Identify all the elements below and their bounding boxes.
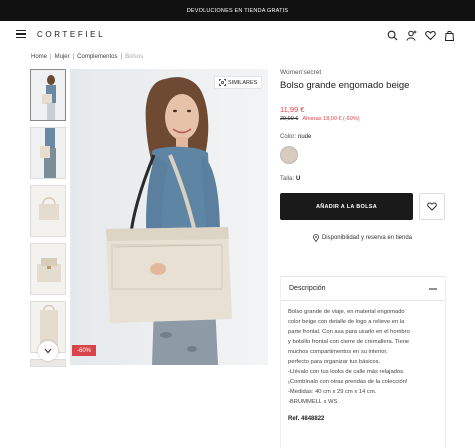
search-icon[interactable]: [387, 28, 398, 41]
location-pin-icon: [313, 234, 319, 242]
price-comparison: 29,99 € Ahorras 18,00 € (-60%): [280, 116, 360, 122]
color-label: Color:: [280, 134, 297, 140]
color-value: nude: [298, 134, 312, 140]
promo-bar: DEVOLUCIONES EN TIENDA GRATIS: [0, 0, 475, 21]
discount-badge: -60%: [72, 345, 96, 356]
size-selector-label: Talla: U: [280, 176, 300, 182]
promo-text: DEVOLUCIONES EN TIENDA GRATIS: [186, 7, 289, 14]
current-price: 11,99 €: [280, 105, 305, 114]
thumbnail-strip: [30, 69, 68, 373]
breadcrumb-separator: |: [120, 54, 123, 60]
thumbnail-scroll-down-button[interactable]: [38, 341, 58, 361]
visual-search-icon: [219, 79, 226, 86]
breadcrumb-separator: |: [50, 54, 52, 60]
product-reference: Ref. 4848822: [288, 414, 438, 424]
add-to-bag-button[interactable]: AÑADIR A LA BOLSA: [280, 193, 413, 220]
account-icon[interactable]: [406, 28, 417, 41]
size-label: Talla:: [280, 176, 295, 182]
thumbnail-1[interactable]: [30, 69, 66, 121]
wishlist-button[interactable]: [419, 193, 445, 220]
description-line: ¡Combínalo con otras prendas de la colec…: [288, 379, 408, 385]
minus-icon: [429, 288, 437, 289]
heart-icon[interactable]: [425, 28, 436, 41]
breadcrumb-separator: |: [72, 54, 75, 60]
description-line: y bolsillo frontal con cierre de cremall…: [288, 339, 410, 345]
thumbnail-4[interactable]: [30, 243, 66, 295]
store-availability-link[interactable]: Disponibilidad y reserva en tienda: [280, 234, 445, 242]
color-selector-label: Color: nude: [280, 134, 311, 140]
original-price: 29,99 €: [280, 116, 299, 122]
savings-text: Ahorras 18,00 € (-60%): [302, 116, 360, 122]
description-title: Descripción: [289, 285, 326, 292]
description-line: -Llévalo con tus looks de calle más rela…: [288, 369, 405, 375]
bag-icon[interactable]: [444, 28, 455, 41]
availability-label: Disponibilidad y reserva en tienda: [321, 235, 413, 241]
chevron-down-icon: [44, 348, 52, 354]
ref-value: 4848822: [301, 416, 325, 422]
description-line: -Medidas: 40 cm x 29 cm x 14 cm.: [288, 389, 377, 395]
description-body: Bolso grande de viaje, en material engom…: [281, 301, 445, 424]
heart-icon: [427, 202, 437, 211]
description-header[interactable]: Descripción: [281, 277, 445, 301]
product-title: Bolso grande engomado beige: [280, 80, 410, 91]
header-actions: [387, 28, 455, 41]
size-value: U: [296, 176, 301, 182]
description-line: parte frontal. Con asa para usarlo en el…: [288, 329, 410, 335]
description-line: -BRUMMELL x WS.: [288, 399, 339, 405]
product-brand[interactable]: Women'secret: [280, 69, 445, 76]
color-swatch-nude[interactable]: [280, 146, 298, 164]
description-line: Bolso grande de viaje, en material engom…: [288, 309, 405, 315]
thumbnail-3[interactable]: [30, 185, 66, 237]
ref-label: Ref.: [288, 416, 300, 422]
description-line: perfecto para organizar tus básicos.: [288, 359, 381, 365]
breadcrumb-home[interactable]: Home: [31, 54, 47, 60]
thumbnail-2[interactable]: [30, 127, 66, 179]
menu-icon[interactable]: [16, 30, 26, 38]
product-main-image[interactable]: [70, 69, 268, 365]
brand-logo[interactable]: CORTEFIEL: [37, 30, 105, 39]
description-line: muchos compartimentos en su interior,: [288, 349, 388, 355]
breadcrumb-current: Bolsos: [125, 54, 144, 60]
breadcrumb: Home | Mujer | Complementos | Bolsos: [31, 54, 143, 60]
similar-products-button[interactable]: SIMILARES: [214, 76, 263, 89]
description-line: color beige con detalle de logo a reliev…: [288, 319, 405, 325]
description-panel: Descripción Bolso grande de viaje, en ma…: [280, 276, 446, 448]
breadcrumb-complementos[interactable]: Complementos: [77, 54, 117, 60]
product-info: Women'secret Bolso grande engomado beige…: [280, 69, 445, 242]
breadcrumb-mujer[interactable]: Mujer: [55, 54, 70, 60]
similar-label: SIMILARES: [228, 79, 258, 86]
site-header: CORTEFIEL: [0, 21, 475, 47]
